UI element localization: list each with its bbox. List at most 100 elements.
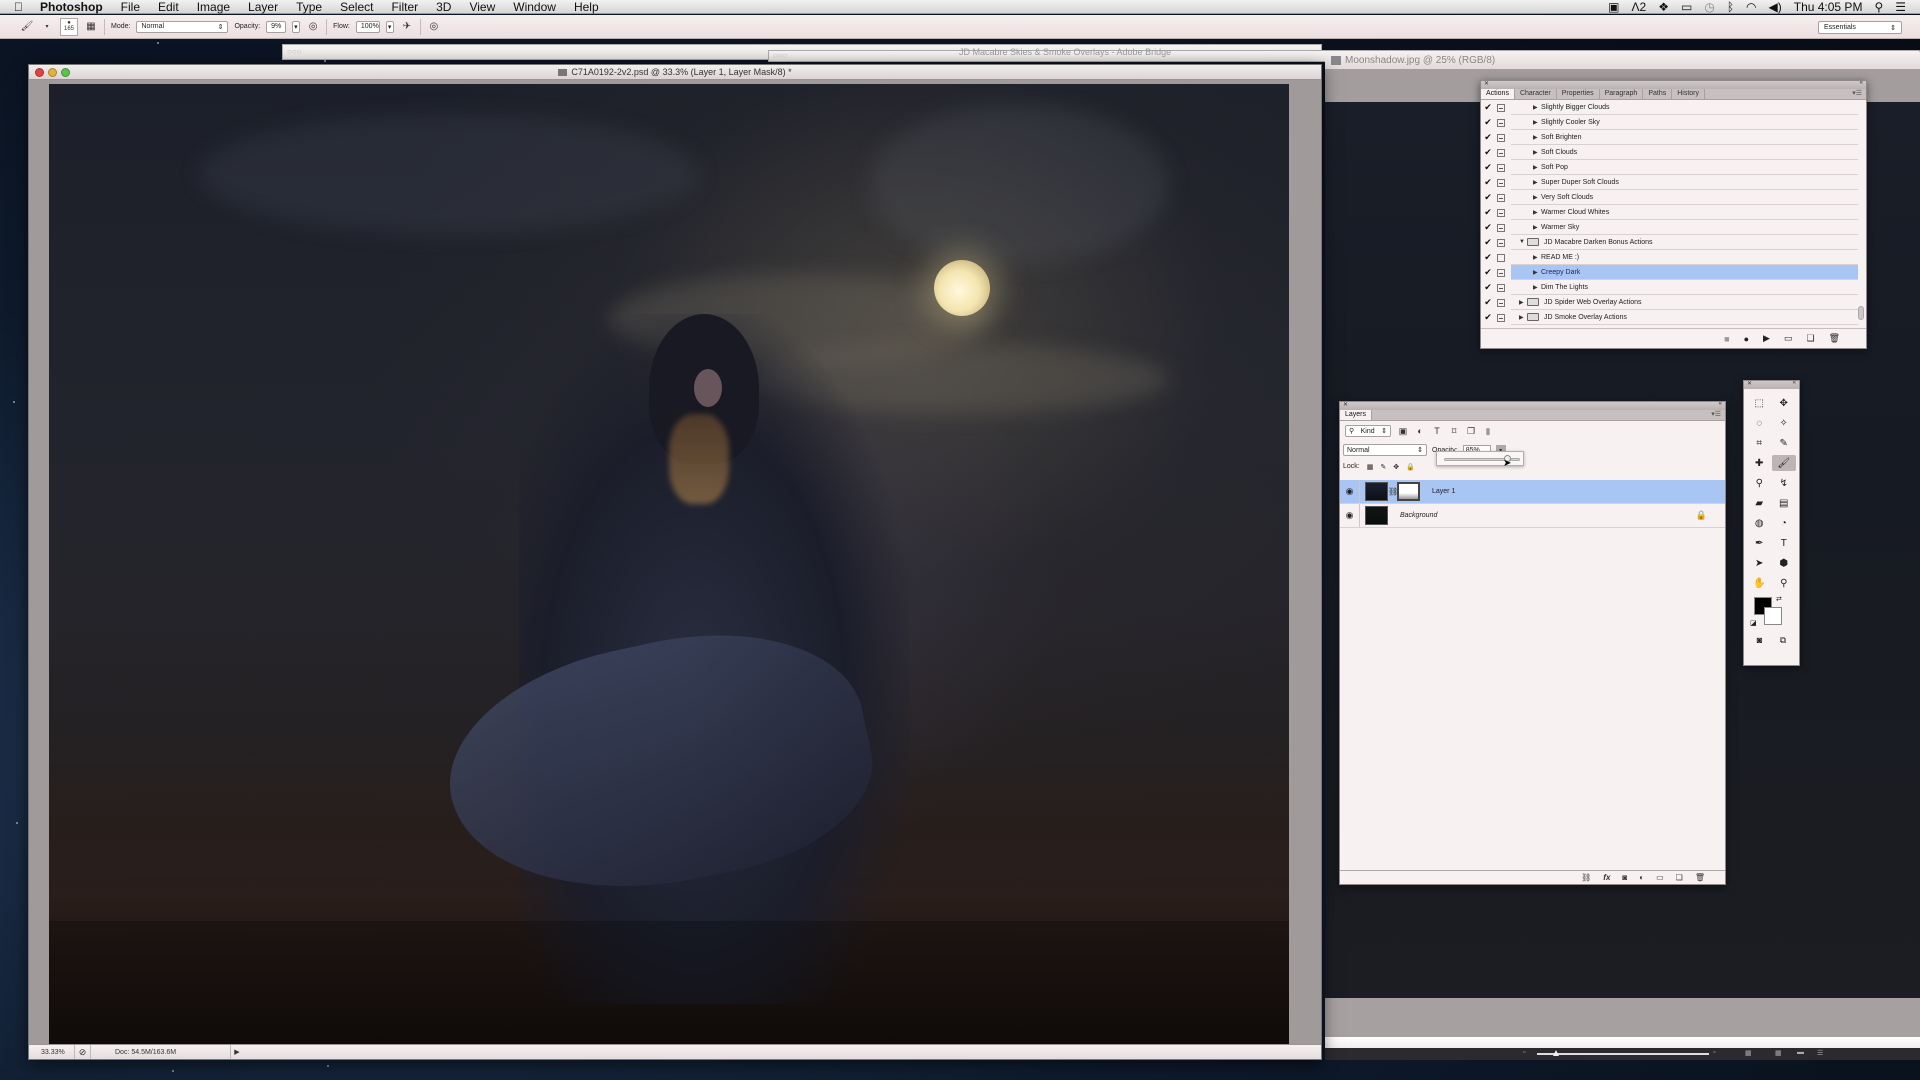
moonshadow-titlebar[interactable]: Moonshadow.jpg @ 25% (RGB/8)	[1325, 52, 1920, 69]
dropbox-icon[interactable]: ❖	[1658, 0, 1669, 14]
menu-edit[interactable]: Edit	[149, 0, 188, 14]
panel-menu-icon[interactable]: ▾☰	[1852, 89, 1866, 99]
eraser-tool-icon[interactable]: ▰	[1747, 495, 1772, 511]
action-item[interactable]: ✔ ▶ READ ME :)	[1481, 250, 1858, 265]
main-document-window[interactable]: C71A0192-2v2.psd @ 33.3% (Layer 1, Layer…	[28, 64, 1322, 1060]
toggle-item-checkbox[interactable]: ✔	[1481, 162, 1495, 173]
close-button[interactable]	[35, 68, 44, 77]
grid-lock-icon[interactable]: ▦	[1745, 1049, 1752, 1057]
layer-row[interactable]: ◉ Background 🔒	[1340, 504, 1725, 528]
details-view-icon[interactable]: ▬	[1797, 1049, 1804, 1056]
fx-icon[interactable]: fx	[1603, 873, 1610, 882]
tab-layers[interactable]: Layers	[1340, 410, 1373, 420]
filter-smart-object-icon[interactable]: ❐	[1466, 426, 1476, 437]
blur-tool-icon[interactable]: ◍	[1747, 515, 1772, 531]
trash-icon[interactable]: 🗑	[1695, 873, 1705, 882]
collapse-panel-icon[interactable]: «	[1793, 380, 1796, 386]
action-item[interactable]: ✔ ▶ Dim The Lights	[1481, 280, 1858, 295]
collapse-panel-icon[interactable]: «	[1719, 401, 1722, 407]
toggle-dialog-icon[interactable]	[1497, 283, 1505, 292]
toggle-item-checkbox[interactable]: ✔	[1481, 192, 1495, 203]
record-icon[interactable]: ●	[1744, 334, 1749, 344]
toggle-item-checkbox[interactable]: ✔	[1481, 117, 1495, 128]
adobe-icon[interactable]: Ʌ2	[1632, 0, 1647, 14]
tab-paragraph[interactable]: Paragraph	[1600, 89, 1644, 99]
action-label-area[interactable]: ▶ Very Soft Clouds	[1511, 190, 1858, 205]
action-label-area[interactable]: ▶ Soft Clouds	[1511, 145, 1858, 160]
pressure-size-icon[interactable]: ◎	[427, 20, 441, 34]
action-label-area[interactable]: ▶ Warmer Sky	[1511, 220, 1858, 235]
action-label-area[interactable]: ▶ JD Spider Web Overlay Actions	[1511, 295, 1858, 310]
action-item[interactable]: ✔ ▶ Very Soft Clouds	[1481, 190, 1858, 205]
toggle-dialog-icon[interactable]	[1497, 238, 1505, 247]
action-label-area[interactable]: ▶ READ ME :)	[1511, 250, 1858, 265]
menu-app-name[interactable]: Photoshop	[38, 0, 112, 14]
toggle-item-checkbox[interactable]: ✔	[1481, 132, 1495, 143]
toggle-dialog-icon[interactable]	[1497, 208, 1505, 217]
panel-header[interactable]: ✕ «	[1481, 80, 1866, 89]
toggle-dialog-icon[interactable]	[1497, 148, 1505, 157]
close-panel-icon[interactable]: ✕	[1343, 401, 1348, 408]
menu-select[interactable]: Select	[331, 0, 382, 14]
workspace-switcher[interactable]: Essentials ⇕	[1818, 21, 1902, 34]
flow-field[interactable]: 100%	[355, 20, 380, 33]
action-item[interactable]: ✔ ▶ Soft Pop	[1481, 160, 1858, 175]
disclosure-closed-icon[interactable]: ▶	[1533, 194, 1541, 201]
shape-tool-icon[interactable]: ⬢	[1772, 555, 1797, 571]
lasso-tool-icon[interactable]: ◌	[1747, 415, 1772, 431]
layer-mask-thumbnail[interactable]	[1397, 482, 1420, 501]
brush-preset-picker[interactable]: ● 165	[60, 17, 78, 36]
clock[interactable]: Thu 4:05 PM	[1794, 0, 1863, 14]
disclosure-closed-icon[interactable]: ▶	[1533, 179, 1541, 186]
disclosure-closed-icon[interactable]: ▶	[1533, 134, 1541, 141]
tab-properties[interactable]: Properties	[1557, 89, 1600, 99]
toggle-dialog-icon[interactable]	[1497, 163, 1505, 172]
action-label-area[interactable]: ▶ Super Duper Soft Clouds	[1511, 175, 1858, 190]
toggle-item-checkbox[interactable]: ✔	[1481, 177, 1495, 188]
toggle-dialog-icon[interactable]	[1497, 313, 1505, 322]
eyedropper-tool-icon[interactable]: ✎	[1772, 435, 1797, 451]
disclosure-closed-icon[interactable]: ▶	[1533, 269, 1541, 276]
swap-colors-icon[interactable]: ⇄	[1776, 595, 1782, 603]
close-panel-icon[interactable]: ✕	[1484, 80, 1489, 87]
action-label-area[interactable]: ▶ Dim The Lights	[1511, 280, 1858, 295]
tab-character[interactable]: Character	[1515, 89, 1557, 99]
tool-preset-dropdown[interactable]: ▾	[40, 20, 54, 34]
crop-tool-icon[interactable]: ⌗	[1747, 435, 1772, 451]
image-canvas[interactable]	[49, 84, 1289, 1046]
tab-history[interactable]: History	[1672, 89, 1705, 99]
disclosure-closed-icon[interactable]: ▶	[1533, 209, 1541, 216]
toggle-dialog-icon[interactable]	[1497, 178, 1505, 187]
toggle-item-checkbox[interactable]: ✔	[1481, 252, 1495, 263]
action-set[interactable]: ✔ ▼ JD Macabre Darken Bonus Actions	[1481, 235, 1858, 250]
action-item[interactable]: ✔ ▶ Warmer Sky	[1481, 220, 1858, 235]
menu-view[interactable]: View	[460, 0, 504, 14]
menu-help[interactable]: Help	[565, 0, 608, 14]
menu-3d[interactable]: 3D	[427, 0, 460, 14]
pen-tool-icon[interactable]: ✒	[1747, 535, 1772, 551]
disclosure-closed-icon[interactable]: ▶	[1533, 149, 1541, 156]
action-item[interactable]: ✔ ▶ Slightly Cooler Sky	[1481, 115, 1858, 130]
new-set-icon[interactable]: ▭	[1784, 333, 1793, 344]
camera-icon[interactable]: ▣	[1608, 0, 1619, 14]
mask-link-icon[interactable]: ⛓	[1388, 487, 1398, 496]
move-tool-icon[interactable]: ✥	[1772, 395, 1797, 411]
action-item[interactable]: ✔ ▶ Warmer Cloud Whites	[1481, 205, 1858, 220]
menu-type[interactable]: Type	[287, 0, 331, 14]
minimize-button[interactable]	[48, 68, 57, 77]
tab-actions[interactable]: Actions	[1481, 89, 1515, 99]
toggle-dialog-icon[interactable]	[1497, 223, 1505, 232]
zoom-tool-icon[interactable]: ⚲	[1772, 575, 1797, 591]
action-label-area[interactable]: ▶ Soft Brighten	[1511, 130, 1858, 145]
toggle-item-checkbox[interactable]: ✔	[1481, 102, 1495, 113]
bluetooth-icon[interactable]: ᛒ	[1727, 0, 1734, 14]
action-label-area[interactable]: ▶ Creepy Dark	[1511, 265, 1858, 280]
magic-wand-tool-icon[interactable]: ✧	[1772, 415, 1797, 431]
panel-header[interactable]: ✕ «	[1744, 380, 1799, 389]
filter-type-icon[interactable]: T	[1432, 426, 1442, 436]
action-set[interactable]: ✔ ▶ JD Spider Web Overlay Actions	[1481, 295, 1858, 310]
toggle-item-checkbox[interactable]: ✔	[1481, 147, 1495, 158]
panel-header[interactable]: ✕ «	[1340, 401, 1725, 410]
display-icon[interactable]: ▭	[1681, 0, 1692, 14]
panel-menu-icon[interactable]: ▾☰	[1711, 410, 1725, 420]
